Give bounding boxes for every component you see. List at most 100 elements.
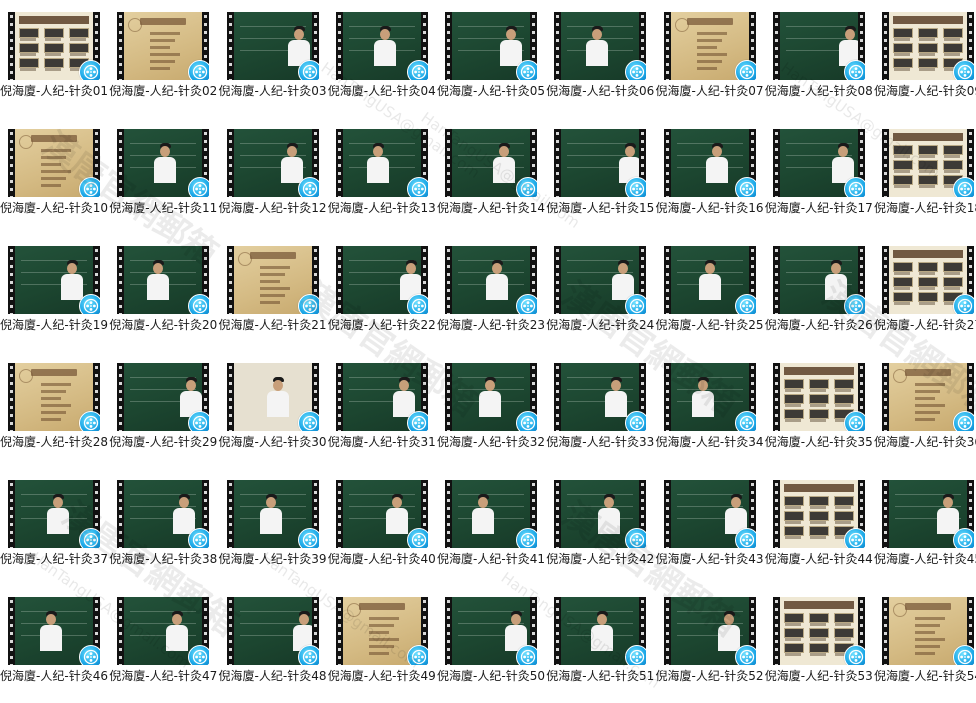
file-item[interactable]: 倪海廈-人纪-针灸19 xyxy=(0,238,108,350)
file-item[interactable]: 倪海廈-人纪-针灸26 xyxy=(765,238,873,350)
file-item[interactable]: 倪海廈-人纪-针灸12 xyxy=(219,121,327,233)
file-item[interactable]: 倪海廈-人纪-针灸13 xyxy=(328,121,436,233)
chalk-line xyxy=(785,38,852,39)
file-item[interactable]: 倪海廈-人纪-针灸02 xyxy=(109,4,217,116)
file-item[interactable]: 倪海廈-人纪-针灸49 xyxy=(328,589,436,701)
film-perforation xyxy=(445,597,452,665)
file-item[interactable]: 倪海廈-人纪-针灸15 xyxy=(546,121,654,233)
file-item[interactable]: 倪海廈-人纪-针灸38 xyxy=(109,472,217,584)
file-item[interactable]: 倪海廈-人纪-针灸35 xyxy=(765,355,873,467)
media-player-icon xyxy=(516,60,537,80)
file-item[interactable]: 倪海廈-人纪-针灸37 xyxy=(0,472,108,584)
video-thumbnail xyxy=(882,129,974,197)
file-item[interactable]: 倪海廈-人纪-针灸31 xyxy=(328,355,436,467)
file-item[interactable]: 倪海廈-人纪-针灸50 xyxy=(437,589,545,701)
file-item[interactable]: 倪海廈-人纪-针灸48 xyxy=(219,589,327,701)
file-item[interactable]: 倪海廈-人纪-针灸09 xyxy=(874,4,976,116)
slide-text-line xyxy=(259,273,285,276)
file-name-label: 倪海廈-人纪-针灸31 xyxy=(327,435,436,449)
file-item[interactable]: 倪海廈-人纪-针灸25 xyxy=(656,238,764,350)
file-item[interactable]: 倪海廈-人纪-针灸47 xyxy=(109,589,217,701)
chalk-line xyxy=(348,155,415,156)
slide-text-line xyxy=(915,411,940,414)
file-name-label: 倪海廈-人纪-针灸53 xyxy=(764,669,873,683)
file-item[interactable]: 倪海廈-人纪-针灸22 xyxy=(328,238,436,350)
file-item[interactable]: 倪海廈-人纪-针灸44 xyxy=(765,472,873,584)
film-reel-icon xyxy=(848,181,863,197)
chalk-line xyxy=(239,611,306,612)
file-item[interactable]: 倪海廈-人纪-针灸11 xyxy=(109,121,217,233)
menu-thumbnail xyxy=(918,58,938,68)
file-name-label: 倪海廈-人纪-针灸44 xyxy=(764,552,873,566)
file-item[interactable]: 倪海廈-人纪-针灸05 xyxy=(437,4,545,116)
menu-thumbnail xyxy=(808,628,829,638)
media-player-icon xyxy=(734,294,756,314)
file-item[interactable]: 倪海廈-人纪-针灸04 xyxy=(328,4,436,116)
media-player-icon xyxy=(188,177,210,197)
slide-text-line xyxy=(368,624,394,627)
file-item[interactable]: 倪海廈-人纪-针灸27 xyxy=(874,238,976,350)
menu-caption xyxy=(894,185,910,188)
file-item[interactable]: 倪海廈-人纪-针灸16 xyxy=(656,121,764,233)
media-player-icon xyxy=(734,60,756,80)
file-item[interactable]: 倪海廈-人纪-针灸30 xyxy=(219,355,327,467)
file-name-label: 倪海廈-人纪-针灸08 xyxy=(764,84,873,98)
menu-thumbnail xyxy=(808,379,829,389)
file-item[interactable]: 倪海廈-人纪-针灸36 xyxy=(874,355,976,467)
file-item[interactable]: 倪海廈-人纪-针灸23 xyxy=(437,238,545,350)
file-item[interactable]: 倪海廈-人纪-针灸07 xyxy=(656,4,764,116)
file-item[interactable]: 倪海廈-人纪-针灸20 xyxy=(109,238,217,350)
menu-caption xyxy=(894,170,910,173)
file-item[interactable]: 倪海廈-人纪-针灸39 xyxy=(219,472,327,584)
film-reel-icon xyxy=(630,64,645,80)
file-item[interactable]: 倪海廈-人纪-针灸52 xyxy=(656,589,764,701)
film-reel-icon xyxy=(83,181,99,197)
file-item[interactable]: 倪海廈-人纪-针灸51 xyxy=(546,589,654,701)
file-item[interactable]: 倪海廈-人纪-针灸43 xyxy=(656,472,764,584)
video-thumbnail xyxy=(663,246,756,314)
file-item[interactable]: 倪海廈-人纪-针灸32 xyxy=(437,355,545,467)
video-thumbnail xyxy=(226,597,319,665)
media-player-icon xyxy=(297,294,319,314)
file-item[interactable]: 倪海廈-人纪-针灸06 xyxy=(546,4,654,116)
slide-text-line xyxy=(915,404,945,407)
menu-caption xyxy=(784,506,801,509)
file-item[interactable]: 倪海廈-人纪-针灸18 xyxy=(874,121,976,233)
file-item[interactable]: 倪海廈-人纪-针灸53 xyxy=(765,589,873,701)
menu-caption xyxy=(45,68,61,71)
file-item[interactable]: 倪海廈-人纪-针灸34 xyxy=(656,355,764,467)
file-item[interactable]: 倪海廈-人纪-针灸33 xyxy=(546,355,654,467)
file-item[interactable]: 倪海廈-人纪-针灸28 xyxy=(0,355,108,467)
file-item[interactable]: 倪海廈-人纪-针灸10 xyxy=(0,121,108,233)
file-item[interactable]: 倪海廈-人纪-针灸29 xyxy=(109,355,217,467)
file-item[interactable]: 倪海廈-人纪-针灸01 xyxy=(0,4,108,116)
media-player-icon xyxy=(79,645,100,665)
menu-caption xyxy=(809,404,826,407)
media-player-icon xyxy=(625,528,647,548)
file-item[interactable]: 倪海廈-人纪-针灸46 xyxy=(0,589,108,701)
file-item[interactable]: 倪海廈-人纪-针灸40 xyxy=(328,472,436,584)
film-reel-icon xyxy=(520,415,536,431)
film-reel-icon xyxy=(193,64,208,80)
file-name-label: 倪海廈-人纪-针灸37 xyxy=(0,552,108,566)
file-item[interactable]: 倪海廈-人纪-针灸17 xyxy=(765,121,873,233)
slide-text-line xyxy=(915,617,945,620)
file-item[interactable]: 倪海廈-人纪-针灸45 xyxy=(874,472,976,584)
file-item[interactable]: 倪海廈-人纪-针灸42 xyxy=(546,472,654,584)
file-item[interactable]: 倪海廈-人纪-针灸03 xyxy=(219,4,327,116)
film-perforation xyxy=(882,363,889,431)
file-item[interactable]: 倪海廈-人纪-针灸54 xyxy=(874,589,976,701)
file-item[interactable]: 倪海廈-人纪-针灸08 xyxy=(765,4,873,116)
film-reel-icon xyxy=(302,64,317,80)
file-item[interactable]: 倪海廈-人纪-针灸41 xyxy=(437,472,545,584)
file-item[interactable]: 倪海廈-人纪-针灸21 xyxy=(219,238,327,350)
menu-caption xyxy=(944,287,960,290)
menu-caption xyxy=(809,521,826,524)
chalk-line xyxy=(785,272,852,273)
file-name-label: 倪海廈-人纪-针灸18 xyxy=(874,201,976,215)
menu-header xyxy=(783,601,854,609)
slide-text-line xyxy=(915,631,935,634)
file-item[interactable]: 倪海廈-人纪-针灸24 xyxy=(546,238,654,350)
film-reel-icon xyxy=(193,649,208,665)
file-item[interactable]: 倪海廈-人纪-针灸14 xyxy=(437,121,545,233)
